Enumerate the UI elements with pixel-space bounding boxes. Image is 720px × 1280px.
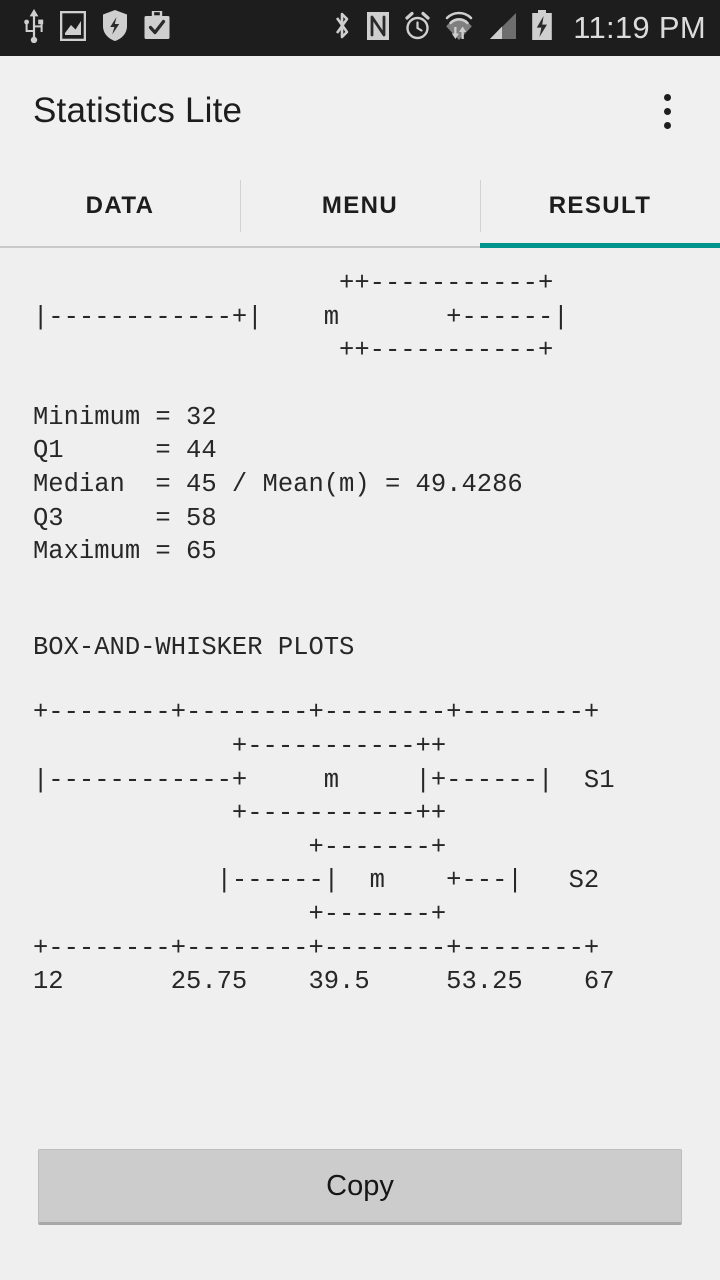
tab-result-label: RESULT: [548, 192, 652, 219]
tab-menu-label: MENU: [321, 192, 399, 219]
status-bar-clock: 11:19 PM: [573, 10, 706, 45]
status-bar: 11:19 PM: [0, 0, 720, 56]
nfc-icon: [366, 11, 390, 46]
footer-bar: Copy: [0, 1133, 720, 1280]
single-box-plot: ++-----------+ |------------+| m +------…: [33, 269, 569, 366]
app-title: Statistics Lite: [33, 91, 243, 130]
briefcase-check-icon: [144, 9, 170, 45]
tab-data-label: DATA: [85, 192, 155, 219]
result-scroll-area[interactable]: ++-----------+ |------------+| m +------…: [0, 248, 720, 1133]
tab-data[interactable]: DATA: [0, 166, 240, 246]
usb-icon: [24, 8, 44, 48]
status-bar-left-icons: [24, 8, 170, 48]
tab-result[interactable]: RESULT: [480, 166, 720, 246]
tab-menu[interactable]: MENU: [240, 166, 480, 246]
cellular-signal-icon: [487, 12, 517, 45]
comparison-box-plots: +--------+--------+--------+--------+ +-…: [33, 698, 615, 997]
tab-bar: DATA MENU RESULT: [0, 166, 720, 248]
bluetooth-icon: [332, 10, 352, 46]
wifi-transfer-icon: [445, 10, 473, 46]
overflow-menu-icon[interactable]: [644, 79, 690, 143]
action-bar: Statistics Lite: [0, 56, 720, 166]
battery-charging-icon: [531, 10, 553, 46]
box-whisker-section-title: BOX-AND-WHISKER PLOTS: [33, 632, 355, 662]
status-bar-right-icons: 11:19 PM: [332, 10, 706, 46]
summary-statistics: Minimum = 32 Q1 = 44 Median = 45 / Mean(…: [33, 402, 523, 567]
copy-button[interactable]: Copy: [38, 1149, 682, 1225]
alarm-clock-icon: [404, 11, 431, 46]
screenshot-image-icon: [59, 10, 87, 46]
shield-security-icon: [102, 10, 128, 46]
